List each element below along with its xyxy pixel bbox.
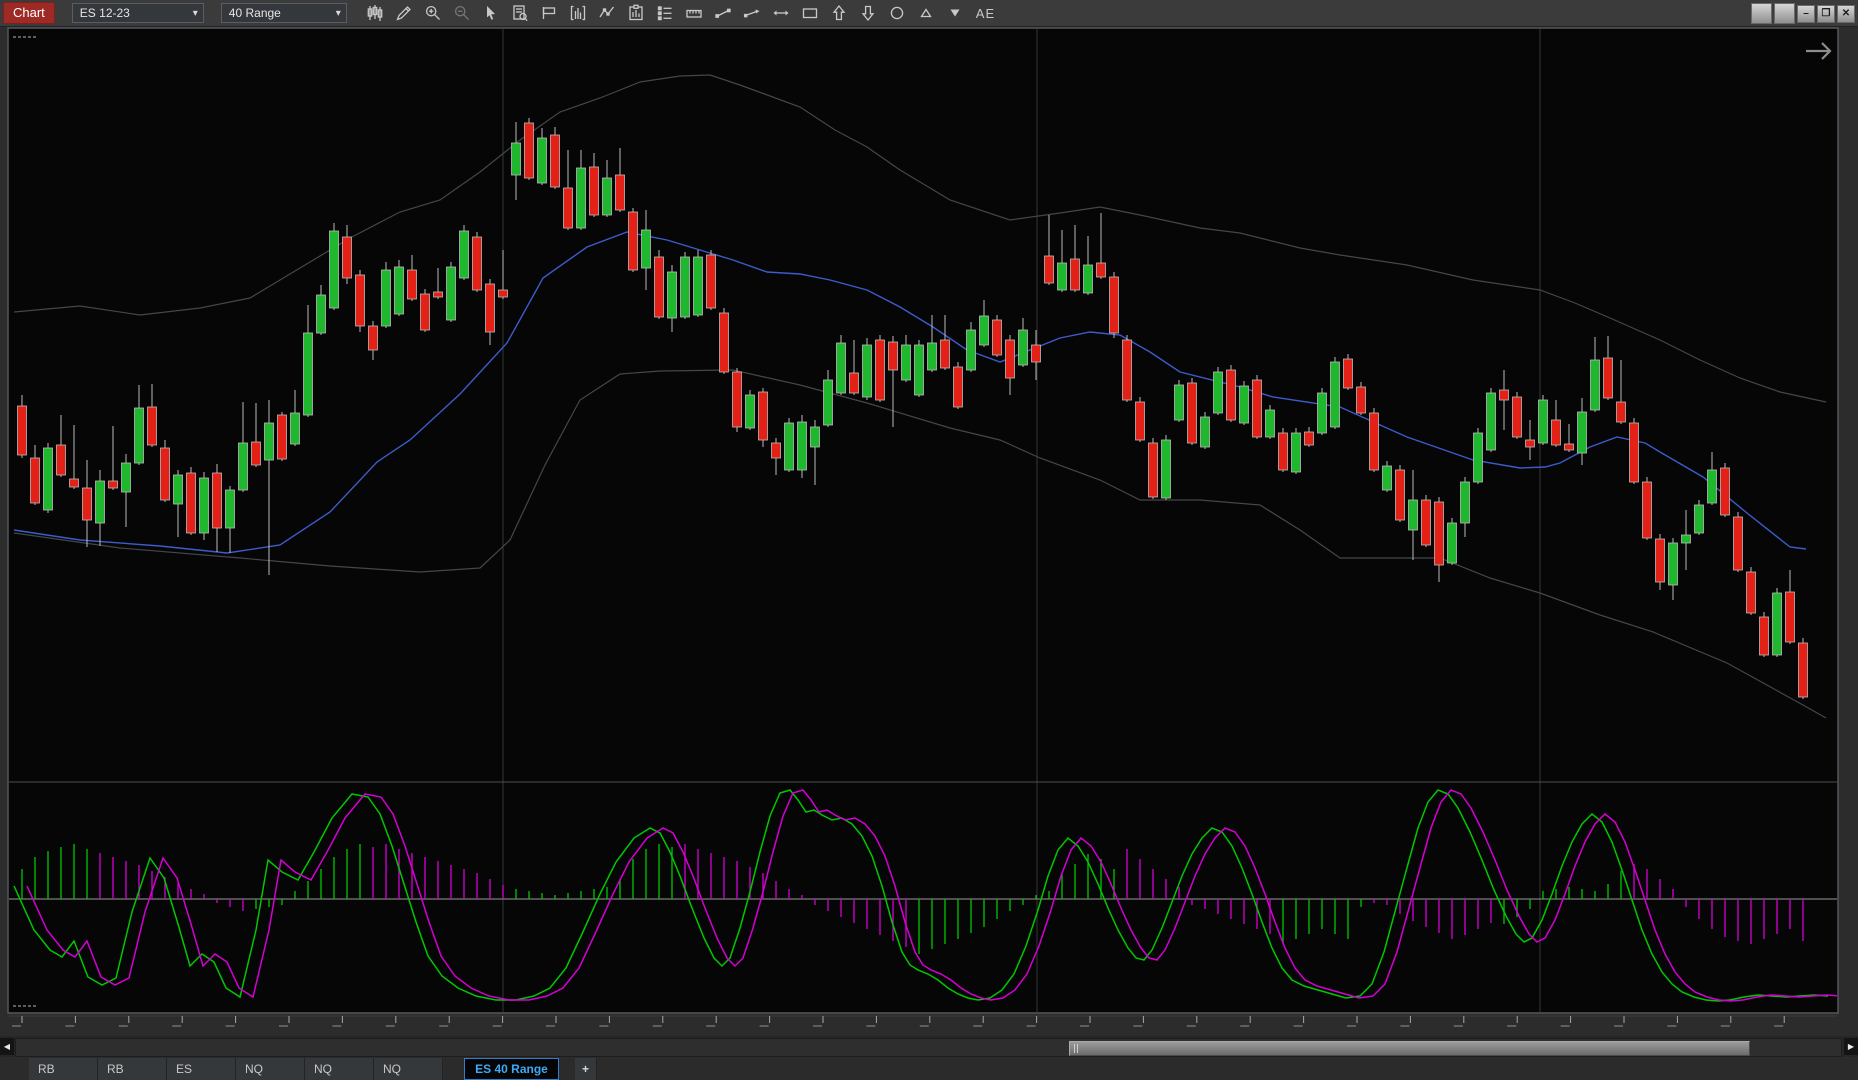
tab-es-2[interactable]: ES: [167, 1058, 236, 1080]
ae-tool-button[interactable]: AE: [976, 6, 995, 21]
ray-arrow-icon: [744, 9, 760, 18]
range-select[interactable]: 40 Range ▾: [220, 3, 347, 23]
arrow-down-icon[interactable]: [854, 2, 883, 24]
window-button-1[interactable]: [1751, 3, 1772, 24]
circle-tool-icon[interactable]: [883, 2, 912, 24]
close-button[interactable]: ✕: [1837, 4, 1855, 23]
thumb-grip: [1074, 1044, 1075, 1053]
scrollbar-track[interactable]: [15, 1038, 1842, 1057]
line-segment-icon[interactable]: [709, 2, 738, 24]
pointer-icon: [487, 6, 496, 20]
trading-app-window: Chart ES 12-23 ▾ 40 Range ▾ AE – ❐ ✕ ◀ ▶ R…: [0, 0, 1858, 1080]
chart-background: [8, 28, 1838, 1013]
zoom-in-icon: [426, 5, 441, 20]
window-button-2[interactable]: [1774, 3, 1795, 24]
chart-report-icon[interactable]: [506, 2, 535, 24]
tab-nq-4[interactable]: NQ: [305, 1058, 374, 1080]
rectangle-tool-icon: [803, 8, 818, 19]
chevron-down-icon: ▾: [335, 7, 341, 19]
triangle-down-icon: [950, 9, 960, 17]
zoom-out-icon: [455, 5, 470, 20]
chart-menu-button[interactable]: Chart: [3, 2, 55, 24]
chevron-down-icon: ▾: [192, 7, 198, 19]
scroll-right-button[interactable]: ▶: [1844, 1038, 1858, 1055]
draw-pencil-icon[interactable]: [390, 2, 419, 24]
triangle-up-icon: [920, 8, 932, 18]
histogram-study-icon: [571, 5, 586, 21]
tab-nq-5[interactable]: NQ: [374, 1058, 443, 1080]
study-clipboard-icon: [629, 4, 643, 21]
symbol-select-value: ES 12-23: [79, 6, 130, 20]
toolbar-icons: [361, 2, 970, 24]
study-list-icon: [658, 6, 672, 21]
add-tab-button[interactable]: +: [575, 1058, 597, 1080]
extended-line-icon: [773, 10, 789, 16]
zigzag-line-icon: [599, 6, 615, 18]
study-list-icon[interactable]: [651, 2, 680, 24]
zoom-in-icon[interactable]: [419, 2, 448, 24]
pointer-icon[interactable]: [477, 2, 506, 24]
study-clipboard-icon[interactable]: [622, 2, 651, 24]
tab-nq-3[interactable]: NQ: [236, 1058, 305, 1080]
restore-button[interactable]: ❐: [1817, 4, 1835, 23]
histogram-study-icon[interactable]: [564, 2, 593, 24]
ruler-icon: [686, 9, 702, 18]
candlestick-chart-icon[interactable]: [361, 2, 390, 24]
minimize-button[interactable]: –: [1797, 4, 1815, 23]
extended-line-icon[interactable]: [767, 2, 796, 24]
arrow-down-icon: [861, 5, 875, 22]
line-segment-icon: [715, 8, 731, 18]
rectangle-tool-icon[interactable]: [796, 2, 825, 24]
chart-report-icon: [513, 5, 528, 22]
range-select-value: 40 Range: [228, 6, 281, 20]
arrow-up-icon: [832, 4, 846, 21]
zigzag-line-icon[interactable]: [593, 2, 622, 24]
tab-rb-1[interactable]: RB: [98, 1058, 167, 1080]
chartbook-tab-bar: RB RB ES NQ NQ NQ ES 40 Range +: [0, 1058, 1858, 1080]
zoom-out-icon[interactable]: [448, 2, 477, 24]
triangle-down-icon[interactable]: [941, 2, 970, 24]
ruler-icon[interactable]: [680, 2, 709, 24]
tab-active-es-40-range[interactable]: ES 40 Range: [464, 1058, 559, 1080]
tab-bar-spacer: [0, 1058, 29, 1080]
triangle-up-icon[interactable]: [912, 2, 941, 24]
candlestick-chart-icon: [367, 5, 383, 21]
draw-pencil-icon: [396, 6, 412, 21]
arrow-up-icon[interactable]: [825, 2, 854, 24]
price-label-icon[interactable]: [535, 2, 564, 24]
ray-arrow-icon[interactable]: [738, 2, 767, 24]
tab-rb-0[interactable]: RB: [29, 1058, 98, 1080]
window-controls: – ❐ ✕: [1751, 3, 1855, 24]
scrollbar-thumb[interactable]: [1069, 1041, 1750, 1056]
horizontal-scrollbar[interactable]: ◀ ▶: [0, 1036, 1858, 1057]
chart-canvas[interactable]: [0, 0, 1858, 1080]
scroll-left-button[interactable]: ◀: [0, 1038, 14, 1055]
price-label-icon: [543, 7, 556, 19]
circle-tool-icon: [891, 6, 904, 20]
main-toolbar: Chart ES 12-23 ▾ 40 Range ▾ AE: [0, 0, 1858, 27]
symbol-select[interactable]: ES 12-23 ▾: [71, 3, 204, 23]
